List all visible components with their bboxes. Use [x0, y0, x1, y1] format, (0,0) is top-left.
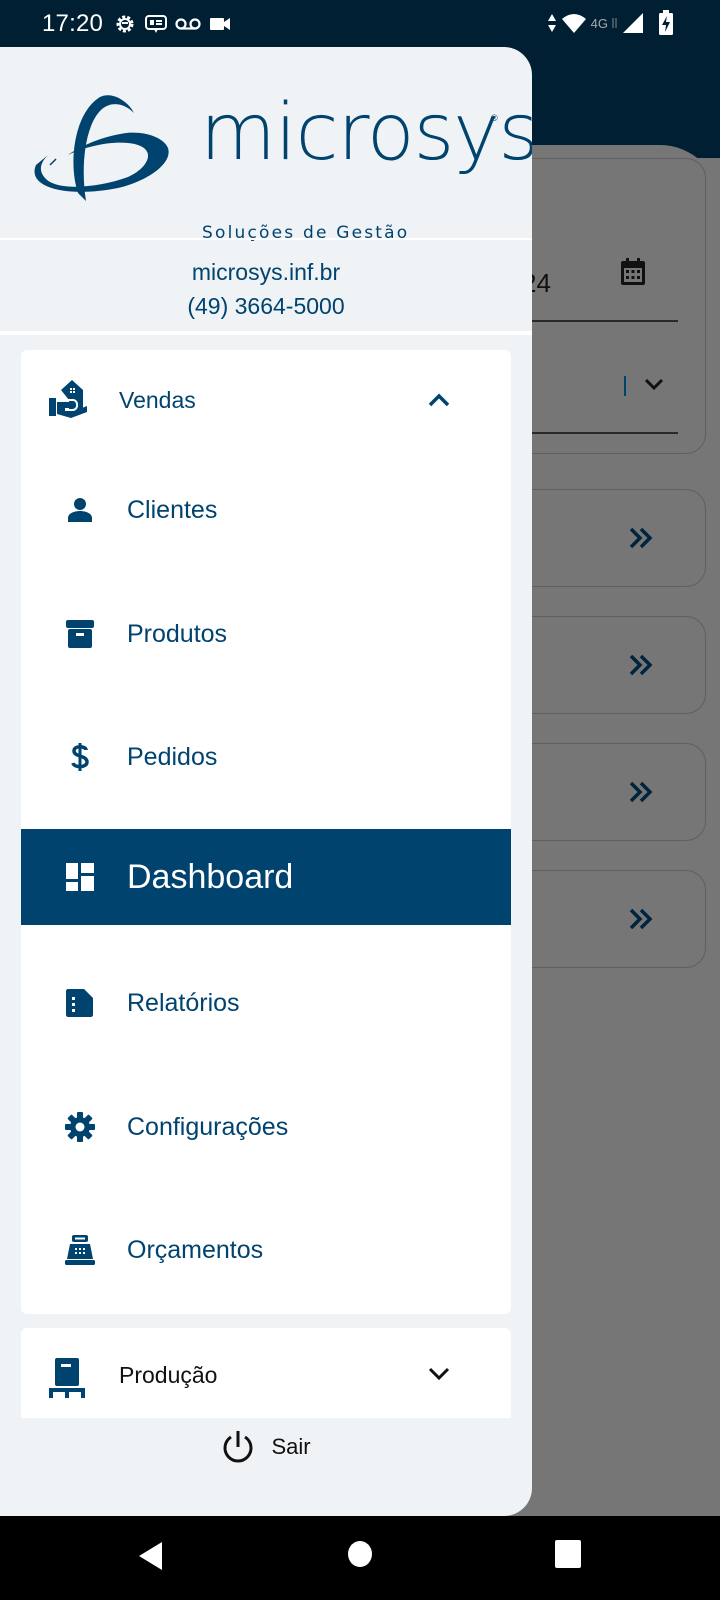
person-icon — [65, 495, 95, 525]
menu-item-label: Dashboard — [127, 857, 294, 896]
power-icon — [224, 1431, 253, 1463]
wifi-icon — [561, 14, 586, 33]
menu-item-label: Orçamentos — [127, 1235, 264, 1264]
recents-button[interactable] — [554, 1538, 582, 1570]
double-chevron-right-icon — [629, 781, 653, 803]
cash-register-icon — [65, 1235, 95, 1265]
message-icon — [145, 15, 168, 33]
logo-registered-mark: ® — [491, 113, 498, 123]
contact-info: microsys.inf.br (49) 3664-5000 — [0, 255, 532, 323]
battery-charging-icon — [659, 10, 673, 35]
double-chevron-right-icon — [629, 527, 653, 549]
dollar-icon — [65, 742, 95, 772]
menu-item-produtos[interactable]: Produtos — [21, 586, 511, 682]
menu-group-label: Vendas — [119, 386, 196, 413]
chevron-down-icon — [644, 378, 664, 391]
menu-item-orcamentos[interactable]: Orçamentos — [21, 1202, 511, 1298]
phone-number[interactable]: (49) 3664-5000 — [0, 289, 532, 323]
website-link[interactable]: microsys.inf.br — [0, 255, 532, 289]
background-text-cursor — [624, 376, 626, 396]
menu-item-clientes[interactable]: Clientes — [21, 462, 511, 558]
menu-group-vendas: Vendas Clientes Produtos Pedidos Dashboa… — [21, 350, 511, 1314]
back-button[interactable] — [136, 1538, 166, 1574]
archive-box-icon — [65, 619, 95, 649]
signal-strength-aux-icon — [612, 18, 617, 28]
sales-house-hand-icon — [49, 380, 87, 418]
menu-group-label: Produção — [119, 1362, 218, 1388]
logo-tagline: Soluções de Gestão — [202, 223, 410, 243]
double-chevron-right-icon — [629, 654, 653, 676]
menu-item-label: Relatórios — [127, 988, 240, 1017]
calendar-icon — [621, 258, 645, 285]
divider — [0, 331, 532, 335]
network-type: 4G — [590, 15, 608, 31]
voicemail-icon — [175, 18, 201, 30]
gear-icon — [65, 1112, 95, 1142]
menu-item-label: Clientes — [127, 495, 218, 524]
logout-button[interactable]: Sair — [0, 1422, 532, 1472]
divider — [0, 238, 532, 240]
status-bar: 17:20 4G — [0, 0, 720, 48]
double-chevron-right-icon — [629, 908, 653, 930]
report-file-icon — [65, 988, 95, 1018]
logo-wordmark: microsys — [200, 88, 532, 178]
logo-orbit-icon — [34, 95, 169, 201]
dashboard-icon — [65, 862, 95, 892]
pallet-icon — [49, 1358, 85, 1398]
menu-group-header-vendas[interactable]: Vendas — [21, 350, 511, 450]
chevron-down-icon[interactable] — [427, 1366, 451, 1382]
menu-item-label: Produtos — [127, 619, 228, 648]
menu-item-relatorios[interactable]: Relatórios — [21, 955, 511, 1051]
company-logo: microsys ® Soluções de Gestão — [28, 93, 532, 243]
menu-item-configuracoes[interactable]: Configurações — [21, 1079, 511, 1175]
signal-icon — [623, 13, 643, 33]
system-navigation-bar — [0, 1516, 720, 1600]
logout-label: Sair — [271, 1434, 311, 1459]
video-camera-icon — [210, 18, 231, 30]
home-button[interactable] — [347, 1538, 373, 1570]
data-arrows-icon — [547, 14, 556, 32]
navigation-drawer: microsys ® Soluções de Gestão microsys.i… — [0, 47, 532, 1516]
menu-item-pedidos[interactable]: Pedidos — [21, 709, 511, 805]
menu-group-producao[interactable]: Produção — [21, 1328, 511, 1418]
status-time: 17:20 — [42, 10, 104, 37]
menu-item-label: Configurações — [127, 1112, 289, 1141]
settings-debug-icon — [116, 15, 134, 33]
menu-item-dashboard[interactable]: Dashboard — [21, 829, 511, 925]
chevron-up-icon[interactable] — [427, 392, 451, 408]
menu-item-label: Pedidos — [127, 742, 218, 771]
